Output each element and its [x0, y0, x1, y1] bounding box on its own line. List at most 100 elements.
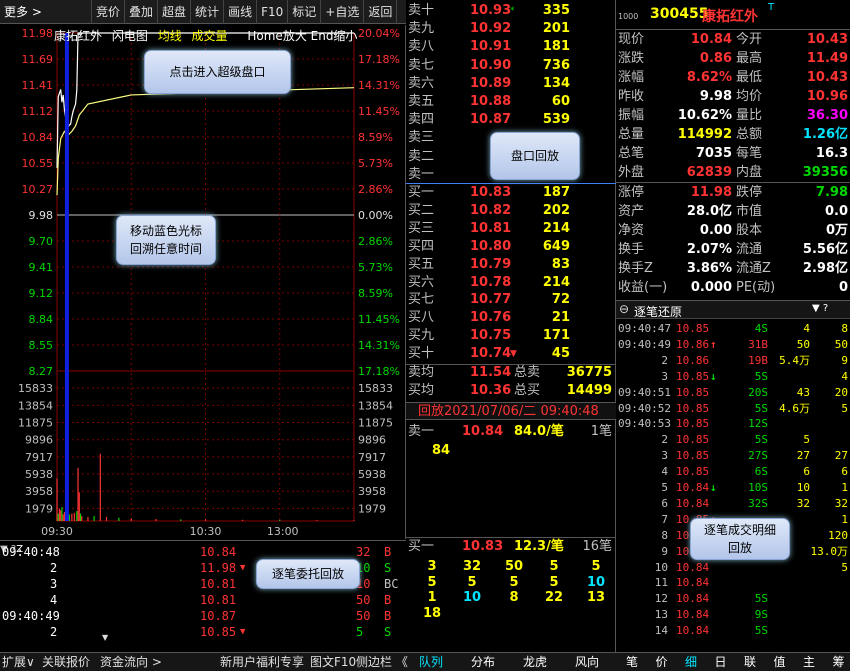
bid-row[interactable]: 买十 10.74 ▼ 45 — [406, 345, 616, 363]
bid-row[interactable]: 买六 10.78 214 — [406, 274, 616, 292]
ask-price: 10.92 — [470, 21, 512, 37]
bid-row[interactable]: 买七 10.77 72 — [406, 291, 616, 309]
bid-row[interactable]: 买三 10.81 214 — [406, 220, 616, 238]
order-tick-replay[interactable]: 09:40:48 10.84 32 B 2 11.98 ▼ 10 S 3 10.81 10 BC 4 10.… — [0, 540, 406, 652]
bottom-left-btn-1[interactable]: 关联报价 — [42, 654, 90, 671]
callout-super-panel: 点击进入超级盘口 — [144, 50, 291, 94]
tick-side: S — [384, 561, 392, 575]
bottom-tab-2[interactable]: 龙虎 — [523, 654, 547, 671]
trade-row[interactable]: 09:40:47 10.85 4S 4 8 — [616, 321, 850, 336]
time-cursor[interactable] — [64, 33, 69, 521]
toolbar-btn-1[interactable]: 竞价 — [92, 0, 126, 24]
chart-flash-tab[interactable]: 闪电图 — [112, 29, 148, 43]
ask-row[interactable]: 卖九 10.92 201 — [406, 20, 616, 38]
ask-row[interactable]: 卖十 10.93 * 335 — [406, 2, 616, 20]
trade-time: 09:40:47 — [618, 322, 671, 335]
ask-row[interactable]: 卖六 10.89 134 — [406, 75, 616, 93]
intraday-chart[interactable]: 11.98 20.04% 11.69 17.18% 11.41 14.31% 11.12 11… — [0, 25, 406, 539]
toolbar-btn-9[interactable]: 返回 — [364, 0, 398, 24]
toolbar-btn-7[interactable]: 标记 — [288, 0, 322, 24]
quote-label: 换手Z — [618, 261, 653, 276]
toolbar-btn-3[interactable]: 超盘 — [158, 0, 192, 24]
tick-row[interactable]: 2 10.85 ▼ 5 S — [0, 624, 406, 640]
bottom-left-btn-0[interactable]: 扩展∨ — [2, 654, 35, 671]
toolbar-btn-5[interactable]: 画线 — [224, 0, 258, 24]
side-tab-6[interactable]: 主 — [803, 654, 815, 671]
trade-row[interactable]: 09:40:52 10.85 5S 4.6万 5 — [616, 401, 850, 416]
quote-label-2: 量比 — [736, 108, 763, 123]
bid-volume: 214 — [542, 274, 570, 290]
bottom-tab-0[interactable]: 队列 — [419, 654, 443, 671]
side-tab-7[interactable]: 筹 — [833, 654, 845, 671]
bid-row[interactable]: 买一 10.83 187 — [406, 184, 616, 202]
intraday-chart-panel[interactable]: 11.98 20.04% 11.69 17.18% 11.41 14.31% 11.12 11… — [0, 25, 406, 539]
ask-row[interactable]: 卖八 10.91 181 — [406, 38, 616, 56]
trade-row[interactable]: 11 10.84 — [616, 575, 850, 590]
pct-tick-label: 14.31% — [358, 339, 400, 352]
toolbar-btn-2[interactable]: 叠加 — [125, 0, 159, 24]
trade-row[interactable]: 5 10.84 ↓ 10S 10 1 — [616, 480, 850, 495]
toolbar-btn-4[interactable]: 统计 — [191, 0, 225, 24]
bid-row[interactable]: 买九 10.75 171 — [406, 327, 616, 345]
trade-row[interactable]: 3 10.85 ↓ 5S 4 — [616, 369, 850, 384]
bid-row[interactable]: 买二 10.82 202 — [406, 202, 616, 220]
trade-row[interactable]: 13 10.84 9S — [616, 607, 850, 622]
trade-row[interactable]: 6 10.84 32S 32 32 — [616, 496, 850, 511]
ask-row[interactable]: 卖五 10.88 60 — [406, 93, 616, 111]
trade-row[interactable]: 2 10.85 5S 5 — [616, 432, 850, 447]
replay-time-bar[interactable]: 回放2021/07/06/二 09:40:48 — [406, 402, 616, 420]
tick-seq: 3 — [50, 577, 58, 591]
side-tab-4[interactable]: 联 — [744, 654, 756, 671]
ask-row[interactable]: 卖四 10.87 539 — [406, 111, 616, 129]
bottom-tab-1[interactable]: 分布 — [471, 654, 495, 671]
total-bid-label: 总买 — [514, 383, 541, 398]
trade-row[interactable]: 2 10.86 19B 5.4万 9 — [616, 353, 850, 368]
collapse-icon[interactable]: ⊖ — [619, 302, 629, 316]
quote-value-2: 0 — [838, 280, 848, 295]
bottom-tab-3[interactable]: 风向 — [575, 654, 599, 671]
ask1-per-order: 84.0/笔 — [514, 424, 564, 439]
tick-row[interactable]: 09:40:49 10.87 50 B — [0, 608, 406, 624]
side-tab-2[interactable]: 细 — [685, 654, 697, 671]
trade-row[interactable]: 12 10.84 5S — [616, 591, 850, 606]
ask-row[interactable]: 卖七 10.90 736 — [406, 57, 616, 75]
trade-detail-value: 50 — [834, 337, 848, 351]
side-tab-0[interactable]: 笔 — [626, 654, 638, 671]
trade-detail-icons[interactable]: ▼ ? — [812, 303, 828, 314]
trade-price: 10.85 — [676, 369, 710, 383]
trade-detail-header[interactable]: ⊖ 逐笔还原 ▼ ? — [616, 301, 850, 319]
tick-dropdown-icon[interactable]: ▼ — [102, 633, 108, 642]
trade-row[interactable]: 10 10.84 5 — [616, 560, 850, 575]
side-tab-5[interactable]: 值 — [774, 654, 786, 671]
bottom-left-btn-5[interactable]: 侧边栏 《 — [356, 654, 408, 671]
trade-row[interactable]: 14 10.84 5S — [616, 623, 850, 638]
toolbar-btn-8[interactable]: +自选 — [321, 0, 365, 24]
tick-row[interactable]: 4 10.81 50 B — [0, 592, 406, 608]
pct-tick-label: 0.00% — [358, 209, 393, 222]
bottom-left-btn-3[interactable]: 新用户福利专享 — [220, 654, 304, 671]
bid-row[interactable]: 买八 10.76 21 — [406, 309, 616, 327]
bid-row[interactable]: 买五 10.79 83 — [406, 256, 616, 274]
side-tab-3[interactable]: 日 — [715, 654, 727, 671]
trade-row[interactable]: 09:40:49 10.86 ↑ 31B 50 50 — [616, 337, 850, 352]
trade-volume: 10S — [748, 481, 768, 494]
tick-row[interactable]: 09:40:48 10.84 32 B — [0, 544, 406, 560]
trade-row[interactable]: 09:40:51 10.85 20S 43 20 — [616, 385, 850, 400]
bid-row[interactable]: 买四 10.80 649 — [406, 238, 616, 256]
trade-row[interactable]: 3 10.85 27S 27 27 — [616, 448, 850, 463]
quote-value: 28.0亿 — [686, 204, 732, 219]
tick-price: 10.81 — [200, 577, 237, 591]
trade-row[interactable]: 09:40:53 10.85 12S — [616, 416, 850, 431]
bottom-left-btn-4[interactable]: 图文F10 — [310, 654, 356, 671]
toolbar-btn-6[interactable]: F10 — [257, 0, 289, 24]
trade-detail-value: 13.0万 — [810, 544, 849, 558]
trade-detail-panel[interactable]: ⊖ 逐笔还原 ▼ ? 09:40:47 10.85 4S 4 8 09:40:49 10.86 ↑ 3… — [616, 300, 850, 652]
trade-row[interactable]: 4 10.85 6S 6 6 — [616, 464, 850, 479]
trade-seq: 3 — [661, 449, 668, 463]
bottom-left-btn-2[interactable]: 资金流向 > — [100, 654, 162, 671]
side-tab-1[interactable]: 价 — [656, 654, 668, 671]
toolbar-btn-0[interactable]: 更多 > — [0, 0, 92, 24]
bid1-per-order: 12.3/笔 — [514, 539, 564, 554]
tick-price: 10.84 — [200, 545, 237, 559]
order-book-panel[interactable]: 卖十 10.93 * 335 卖九 10.92 201 卖八 10.91 181 卖七 10.90 73… — [406, 0, 616, 652]
